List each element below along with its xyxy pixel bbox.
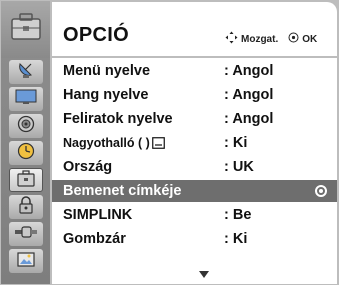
row-value: : Be bbox=[224, 207, 252, 223]
row-label: Ország bbox=[63, 159, 113, 175]
sidebar-item-audio[interactable] bbox=[1, 113, 50, 139]
tv-screen-icon bbox=[15, 89, 37, 110]
row-value: : Angol bbox=[224, 87, 274, 103]
navigation-hint: Mozgat. OK bbox=[225, 31, 317, 47]
sidebar-item-usb[interactable] bbox=[1, 248, 50, 274]
menu-row-audio-language[interactable]: Hang nyelve : Angol bbox=[52, 84, 337, 106]
sidebar-item-setup[interactable] bbox=[1, 59, 50, 85]
ok-hint-label: OK bbox=[302, 33, 318, 45]
subtitle-box-icon bbox=[152, 136, 165, 154]
page-title: OPCIÓ bbox=[63, 24, 129, 46]
clock-icon bbox=[17, 142, 35, 165]
menu-row-key-lock[interactable]: Gombzár : Ki bbox=[52, 228, 337, 250]
row-value: : UK bbox=[224, 159, 254, 175]
sidebar-header bbox=[1, 1, 50, 58]
menu-row-hard-of-hearing[interactable]: Nagyothalló ( ) : Ki bbox=[52, 132, 337, 154]
select-radio-icon bbox=[315, 185, 327, 197]
scroll-down-arrow-icon[interactable] bbox=[199, 271, 209, 278]
option-list: Menü nyelve : Angol Hang nyelve : Angol … bbox=[52, 58, 337, 284]
menu-row-input-label[interactable]: Bemenet címkéje bbox=[52, 180, 337, 202]
menu-row-country[interactable]: Ország : UK bbox=[52, 156, 337, 178]
sidebar-item-picture[interactable] bbox=[1, 86, 50, 112]
sidebar-item-input[interactable] bbox=[1, 221, 50, 247]
connector-icon bbox=[14, 225, 38, 244]
picture-icon bbox=[16, 250, 36, 273]
row-label: SIMPLINK bbox=[63, 207, 133, 223]
move-hint-label: Mozgat. bbox=[241, 33, 279, 45]
option-menu-window: OPCIÓ Mozgat. OK Menü nyelve : Angol Han… bbox=[0, 0, 339, 285]
menu-row-menu-language[interactable]: Menü nyelve : Angol bbox=[52, 60, 337, 82]
row-value: : Angol bbox=[224, 111, 274, 127]
row-label: Feliratok nyelve bbox=[63, 111, 173, 127]
ok-button-icon bbox=[288, 32, 299, 46]
row-label: Hang nyelve bbox=[63, 87, 149, 103]
row-label: Bemenet címkéje bbox=[63, 183, 182, 199]
row-value: : Angol bbox=[224, 63, 274, 79]
row-label: Menü nyelve bbox=[63, 63, 151, 79]
menu-header: OPCIÓ Mozgat. OK bbox=[52, 2, 337, 56]
move-arrows-icon bbox=[225, 31, 238, 47]
sidebar-item-option[interactable] bbox=[1, 167, 50, 193]
lock-icon bbox=[18, 195, 34, 219]
toolbox-icon bbox=[8, 9, 44, 50]
menu-row-simplink[interactable]: SIMPLINK : Be bbox=[52, 204, 337, 226]
category-sidebar bbox=[1, 1, 50, 284]
row-value: : Ki bbox=[224, 231, 248, 247]
sidebar-item-time[interactable] bbox=[1, 140, 50, 166]
option-toolbox-icon bbox=[16, 169, 36, 192]
menu-row-subtitle-language[interactable]: Feliratok nyelve : Angol bbox=[52, 108, 337, 130]
row-label: Nagyothalló ( ) bbox=[63, 136, 150, 150]
row-value: : Ki bbox=[224, 135, 248, 151]
speaker-icon bbox=[17, 115, 35, 138]
row-label-text: Nagyothalló ( ) bbox=[63, 136, 150, 150]
satellite-dish-icon bbox=[16, 61, 36, 84]
sidebar-item-lock[interactable] bbox=[1, 194, 50, 220]
row-label: Gombzár bbox=[63, 231, 126, 247]
